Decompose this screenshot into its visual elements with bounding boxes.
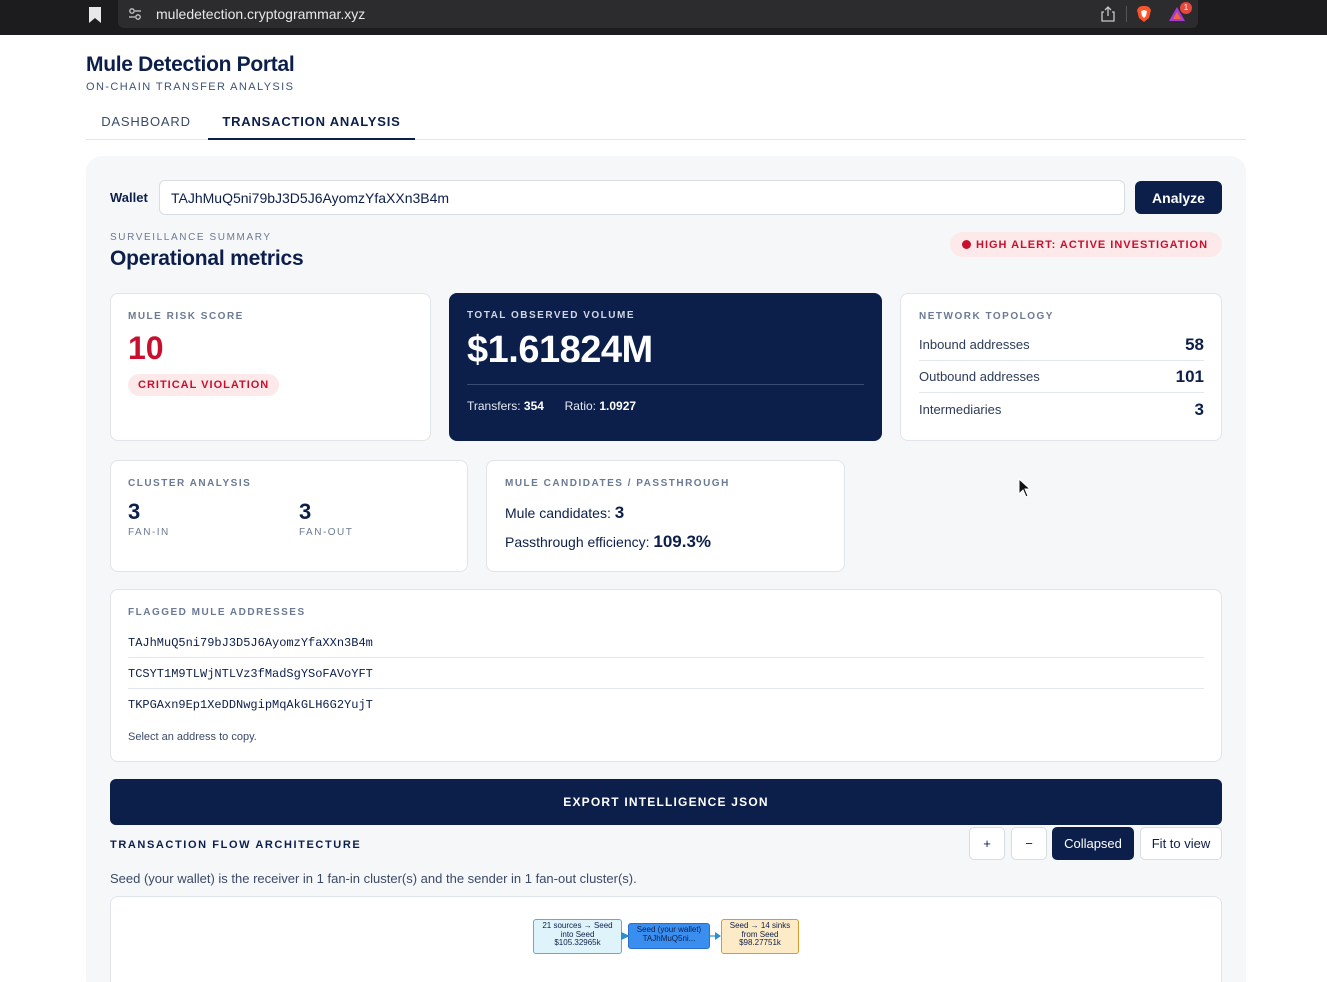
page-subtitle: ON-CHAIN TRANSFER ANALYSIS	[86, 81, 295, 93]
fan-in-label: FAN-IN	[128, 527, 170, 538]
site-settings-icon[interactable]	[128, 7, 142, 21]
flagged-address-row[interactable]: TCSYT1M9TLWjNTLVz3fMadSgYSoFAVoYFT	[128, 658, 1204, 689]
topology-row: Inbound addresses 58	[919, 329, 1204, 361]
mule-candidates-label: Mule candidates:	[505, 505, 611, 521]
topology-row-value: 101	[1175, 367, 1204, 386]
browser-toolbar: muledetection.cryptogrammar.xyz 1	[0, 0, 1327, 35]
export-json-button[interactable]: EXPORT INTELLIGENCE JSON	[110, 779, 1222, 825]
topology-label: NETWORK TOPOLOGY	[919, 311, 1054, 322]
volume-meta: Transfers: 354 Ratio: 1.0927	[467, 399, 636, 413]
topology-row-name: Outbound addresses	[919, 369, 1040, 384]
ratio-label: Ratio:	[564, 399, 596, 413]
toolbar-divider	[1126, 6, 1127, 22]
topology-row: Intermediaries 3	[919, 394, 1204, 426]
fan-out-value: 3	[299, 499, 312, 524]
mule-candidates-card: MULE CANDIDATES / PASSTHROUGH Mule candi…	[486, 460, 845, 572]
summary-title: Operational metrics	[110, 247, 304, 270]
passthrough-line: Passthrough efficiency: 109.3%	[505, 532, 711, 552]
cluster-analysis-card: CLUSTER ANALYSIS 3 FAN-IN 3 FAN-OUT	[110, 460, 468, 572]
flagged-label: FLAGGED MULE ADDRESSES	[128, 607, 306, 618]
topology-row-name: Intermediaries	[919, 402, 1002, 417]
zoom-out-button[interactable]: −	[1011, 827, 1047, 860]
risk-score-label: MULE RISK SCORE	[128, 311, 244, 322]
tab-dashboard[interactable]: DASHBOARD	[86, 104, 206, 140]
fan-in-value: 3	[128, 499, 141, 524]
tab-transaction-analysis[interactable]: TRANSACTION ANALYSIS	[208, 104, 415, 140]
transfers-value: 354	[523, 399, 544, 413]
volume-divider	[467, 384, 864, 385]
analyze-button[interactable]: Analyze	[1135, 181, 1222, 214]
zoom-in-button[interactable]: +	[969, 827, 1005, 860]
network-topology-card: NETWORK TOPOLOGY Inbound addresses 58 Ou…	[900, 293, 1222, 441]
alert-dot-icon	[962, 240, 971, 249]
fan-out-label: FAN-OUT	[299, 527, 354, 538]
url-text[interactable]: muledetection.cryptogrammar.xyz	[156, 6, 365, 22]
brave-shield-icon[interactable]	[1136, 5, 1152, 23]
topology-row-value: 58	[1185, 335, 1204, 354]
flagged-address-row[interactable]: TAJhMuQ5ni79bJ3D5J6AyomzYfaXXn3B4m	[128, 627, 1204, 658]
wallet-input[interactable]	[159, 180, 1125, 215]
wallet-label: Wallet	[110, 190, 148, 205]
alert-badge: HIGH ALERT: ACTIVE INVESTIGATION	[950, 232, 1222, 257]
node-line: TAJhMuQ5ni...	[642, 933, 696, 943]
topology-row: Outbound addresses 101	[919, 361, 1204, 393]
mule-candidates-value: 3	[614, 503, 625, 522]
notification-badge: 1	[1180, 2, 1192, 14]
volume-value: $1.61824M	[467, 329, 653, 371]
mouse-cursor-icon	[1018, 478, 1032, 498]
risk-badge: CRITICAL VIOLATION	[128, 374, 280, 396]
share-icon[interactable]	[1100, 5, 1116, 23]
cluster-label: CLUSTER ANALYSIS	[128, 478, 252, 489]
page-title: Mule Detection Portal	[86, 53, 295, 76]
sink-cluster-node[interactable]: Seed → 14 sinks from Seed $98.27751k	[721, 919, 799, 954]
fit-to-view-button[interactable]: Fit to view	[1140, 827, 1222, 860]
flagged-address-row[interactable]: TKPGAxn9Ep1XeDDNwgipMqAkGLH6G2YujT	[128, 689, 1204, 720]
seed-wallet-node[interactable]: Seed (your wallet) TAJhMuQ5ni...	[628, 923, 710, 949]
edge-arrow-icon	[710, 932, 721, 940]
risk-score-card: MULE RISK SCORE 10 CRITICAL VIOLATION	[110, 293, 431, 441]
transfers-label: Transfers:	[467, 399, 521, 413]
volume-card: TOTAL OBSERVED VOLUME $1.61824M Transfer…	[449, 293, 882, 441]
node-line: $105.32965k	[554, 938, 601, 947]
volume-label: TOTAL OBSERVED VOLUME	[467, 310, 635, 321]
flagged-addresses-card: FLAGGED MULE ADDRESSES TAJhMuQ5ni79bJ3D5…	[110, 589, 1222, 762]
topology-row-name: Inbound addresses	[919, 337, 1030, 352]
ratio-value: 1.0927	[599, 399, 637, 413]
flow-title: TRANSACTION FLOW ARCHITECTURE	[110, 839, 362, 851]
tab-bar: DASHBOARD TRANSACTION ANALYSIS	[86, 104, 1246, 140]
summary-eyebrow: SURVEILLANCE SUMMARY	[110, 232, 272, 243]
copy-hint: Select an address to copy.	[128, 731, 257, 743]
mule-label: MULE CANDIDATES / PASSTHROUGH	[505, 478, 730, 489]
node-line: $98.27751k	[739, 938, 781, 947]
bookmark-icon[interactable]	[88, 6, 102, 24]
mule-candidates-line: Mule candidates: 3	[505, 503, 624, 523]
collapsed-toggle-button[interactable]: Collapsed	[1052, 827, 1134, 860]
flow-description: Seed (your wallet) is the receiver in 1 …	[110, 871, 637, 886]
source-cluster-node[interactable]: 21 sources → Seed into Seed $105.32965k	[533, 919, 622, 954]
topology-row-value: 3	[1194, 400, 1204, 419]
risk-score-value: 10	[128, 330, 164, 366]
flow-graph[interactable]: 21 sources → Seed into Seed $105.32965k …	[110, 896, 1222, 982]
address-bar[interactable]: muledetection.cryptogrammar.xyz 1	[118, 0, 1198, 28]
alert-text: HIGH ALERT: ACTIVE INVESTIGATION	[976, 239, 1209, 251]
passthrough-label: Passthrough efficiency:	[505, 534, 650, 550]
passthrough-value: 109.3%	[653, 532, 712, 551]
